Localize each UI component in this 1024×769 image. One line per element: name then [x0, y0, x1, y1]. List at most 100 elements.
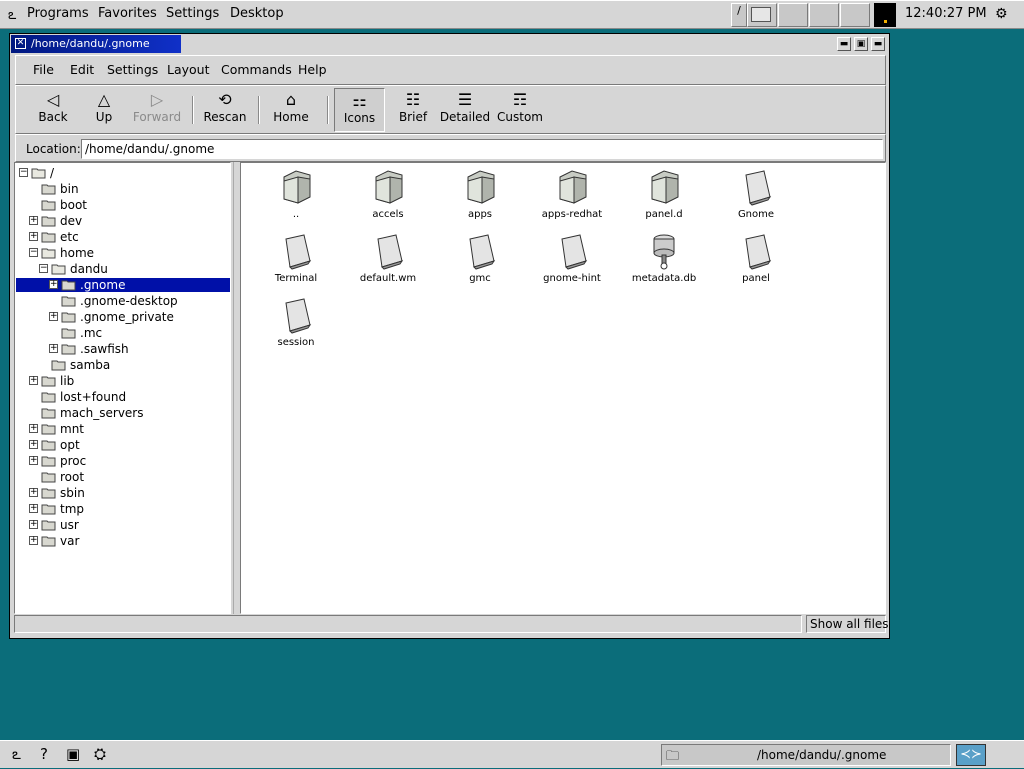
expand-icon[interactable]: + — [29, 520, 38, 529]
file-icon-item[interactable]: session — [253, 295, 339, 357]
file-icon-item[interactable]: apps — [437, 167, 523, 229]
expand-icon[interactable]: + — [29, 488, 38, 497]
up-button[interactable]: △ Up — [89, 88, 119, 132]
expand-icon[interactable]: + — [49, 280, 58, 289]
directory-tree[interactable]: − / bin boot + dev + etc − home − dandu + .gnome .gnom… — [14, 162, 231, 614]
expand-icon[interactable]: + — [29, 232, 38, 241]
file-icon-item[interactable]: gnome-hint — [529, 231, 615, 293]
help-icon[interactable]: ? — [40, 745, 48, 763]
detailed-view-button[interactable]: ☰ Detailed — [437, 88, 493, 132]
close-button[interactable]: ▬ — [871, 37, 885, 51]
workspace-pager[interactable]: / — [731, 3, 871, 27]
window-menu-icon[interactable]: ✕ — [15, 38, 26, 49]
tree-node-mach-servers[interactable]: mach_servers — [15, 405, 230, 421]
expand-icon[interactable]: + — [29, 424, 38, 433]
gnome-foot-icon[interactable]: ఽ — [12, 745, 21, 767]
collapse-icon[interactable]: − — [39, 264, 48, 273]
expand-icon[interactable]: + — [49, 312, 58, 321]
tree-node-gnome-private[interactable]: + .gnome_private — [15, 309, 230, 325]
tree-node-bin[interactable]: bin — [15, 181, 230, 197]
tree-node-root[interactable]: root — [15, 469, 230, 485]
tree-node-samba[interactable]: samba — [15, 357, 230, 373]
tree-node-dev[interactable]: + dev — [15, 213, 230, 229]
tree-node-home[interactable]: − home — [15, 245, 230, 261]
tree-node-opt[interactable]: + opt — [15, 437, 230, 453]
terminal-icon[interactable]: ▣ — [66, 745, 80, 763]
menu-programs[interactable]: Programs — [27, 6, 89, 21]
tree-node-etc[interactable]: + etc — [15, 229, 230, 245]
gnome-foot-icon[interactable]: ఽ — [8, 7, 16, 26]
tree-node-dandu[interactable]: − dandu — [15, 261, 230, 277]
tree-node-gnome[interactable]: + .gnome — [15, 277, 230, 293]
minimize-button[interactable]: ▬ — [837, 37, 851, 51]
show-all-files-button[interactable]: Show all files — [806, 615, 889, 633]
tree-node-gnome-desktop[interactable]: .gnome-desktop — [15, 293, 230, 309]
rescan-button[interactable]: ⟲ Rescan — [200, 88, 250, 132]
expand-icon[interactable]: + — [49, 344, 58, 353]
menu-favorites[interactable]: Favorites — [98, 6, 157, 21]
expand-icon[interactable]: + — [29, 376, 38, 385]
workspace-1[interactable] — [747, 3, 777, 27]
tree-node-var[interactable]: + var — [15, 533, 230, 549]
file-icon-item[interactable]: apps-redhat — [529, 167, 615, 229]
workspace-2[interactable] — [778, 3, 808, 27]
pager-tab[interactable]: / — [731, 3, 747, 27]
home-button[interactable]: ⌂ Home — [269, 88, 313, 132]
brief-view-button[interactable]: ☷ Brief — [395, 88, 431, 132]
folder-icon — [41, 439, 57, 451]
custom-view-button[interactable]: ☶ Custom — [495, 88, 545, 132]
expand-icon[interactable]: + — [29, 536, 38, 545]
file-icon-item[interactable]: gmc — [437, 231, 523, 293]
tasklist-item[interactable]: 🗀 /home/dandu/.gnome — [661, 744, 951, 766]
tree-node-sawfish[interactable]: + .sawfish — [15, 341, 230, 357]
menu-layout[interactable]: Layout — [167, 62, 210, 77]
menu-settings[interactable]: Settings — [166, 6, 219, 21]
maximize-button[interactable]: ▣ — [854, 37, 868, 51]
expand-icon[interactable]: + — [29, 216, 38, 225]
file-icon-item[interactable]: Terminal — [253, 231, 339, 293]
configurator-icon[interactable]: ⛭ — [94, 745, 106, 763]
tree-node-tmp[interactable]: + tmp — [15, 501, 230, 517]
collapse-icon[interactable]: − — [29, 248, 38, 257]
file-icon-item[interactable]: default.wm — [345, 231, 431, 293]
tree-node-proc[interactable]: + proc — [15, 453, 230, 469]
title-bar[interactable]: ✕ /home/dandu/.gnome ▬ ▣ ▬ — [11, 35, 888, 53]
workspace-3[interactable] — [809, 3, 839, 27]
tree-node-mnt[interactable]: + mnt — [15, 421, 230, 437]
tree-node-boot[interactable]: boot — [15, 197, 230, 213]
tree-node-lib[interactable]: + lib — [15, 373, 230, 389]
tree-node-lost-found[interactable]: lost+found — [15, 389, 230, 405]
file-icon-item[interactable]: Gnome — [713, 167, 799, 229]
location-input[interactable] — [81, 139, 883, 159]
file-icon-item[interactable]: .. — [253, 167, 339, 229]
fish-applet-icon[interactable]: ≺≻ — [956, 744, 986, 766]
menu-commands[interactable]: Commands — [221, 62, 292, 77]
file-icon-item[interactable]: metadata.db — [621, 231, 707, 293]
file-icon-item[interactable]: panel.d — [621, 167, 707, 229]
tree-node-mc[interactable]: .mc — [15, 325, 230, 341]
expand-icon[interactable]: + — [29, 456, 38, 465]
menu-edit[interactable]: Edit — [70, 62, 94, 77]
menu-desktop[interactable]: Desktop — [230, 6, 284, 21]
menu-help[interactable]: Help — [298, 62, 327, 77]
tree-node-[interactable]: − / — [15, 165, 230, 181]
lamp-applet-icon[interactable] — [874, 3, 896, 27]
file-icon-item[interactable]: panel — [713, 231, 799, 293]
collapse-icon[interactable]: − — [19, 168, 28, 177]
menu-settings-window[interactable]: Settings — [107, 62, 158, 77]
tree-node-sbin[interactable]: + sbin — [15, 485, 230, 501]
tree-node-usr[interactable]: + usr — [15, 517, 230, 533]
expand-icon[interactable]: + — [29, 504, 38, 513]
clock[interactable]: 12:40:27 PM — [905, 6, 987, 21]
icons-view-button[interactable]: ⚏ Icons — [334, 88, 385, 132]
workspace-4[interactable] — [840, 3, 870, 27]
file-icon-view[interactable]: .. accels apps apps-redhat panel.d Gnome Termi… — [240, 162, 886, 614]
forward-button[interactable]: ▷ Forward — [129, 88, 185, 132]
menu-file[interactable]: File — [33, 62, 54, 77]
document-icon — [529, 231, 615, 271]
tray-app-icon[interactable]: ⚙ — [995, 6, 1008, 22]
back-button[interactable]: ◁ Back — [33, 88, 73, 132]
file-icon-item[interactable]: accels — [345, 167, 431, 229]
expand-icon[interactable]: + — [29, 440, 38, 449]
folder-icon — [61, 343, 77, 355]
